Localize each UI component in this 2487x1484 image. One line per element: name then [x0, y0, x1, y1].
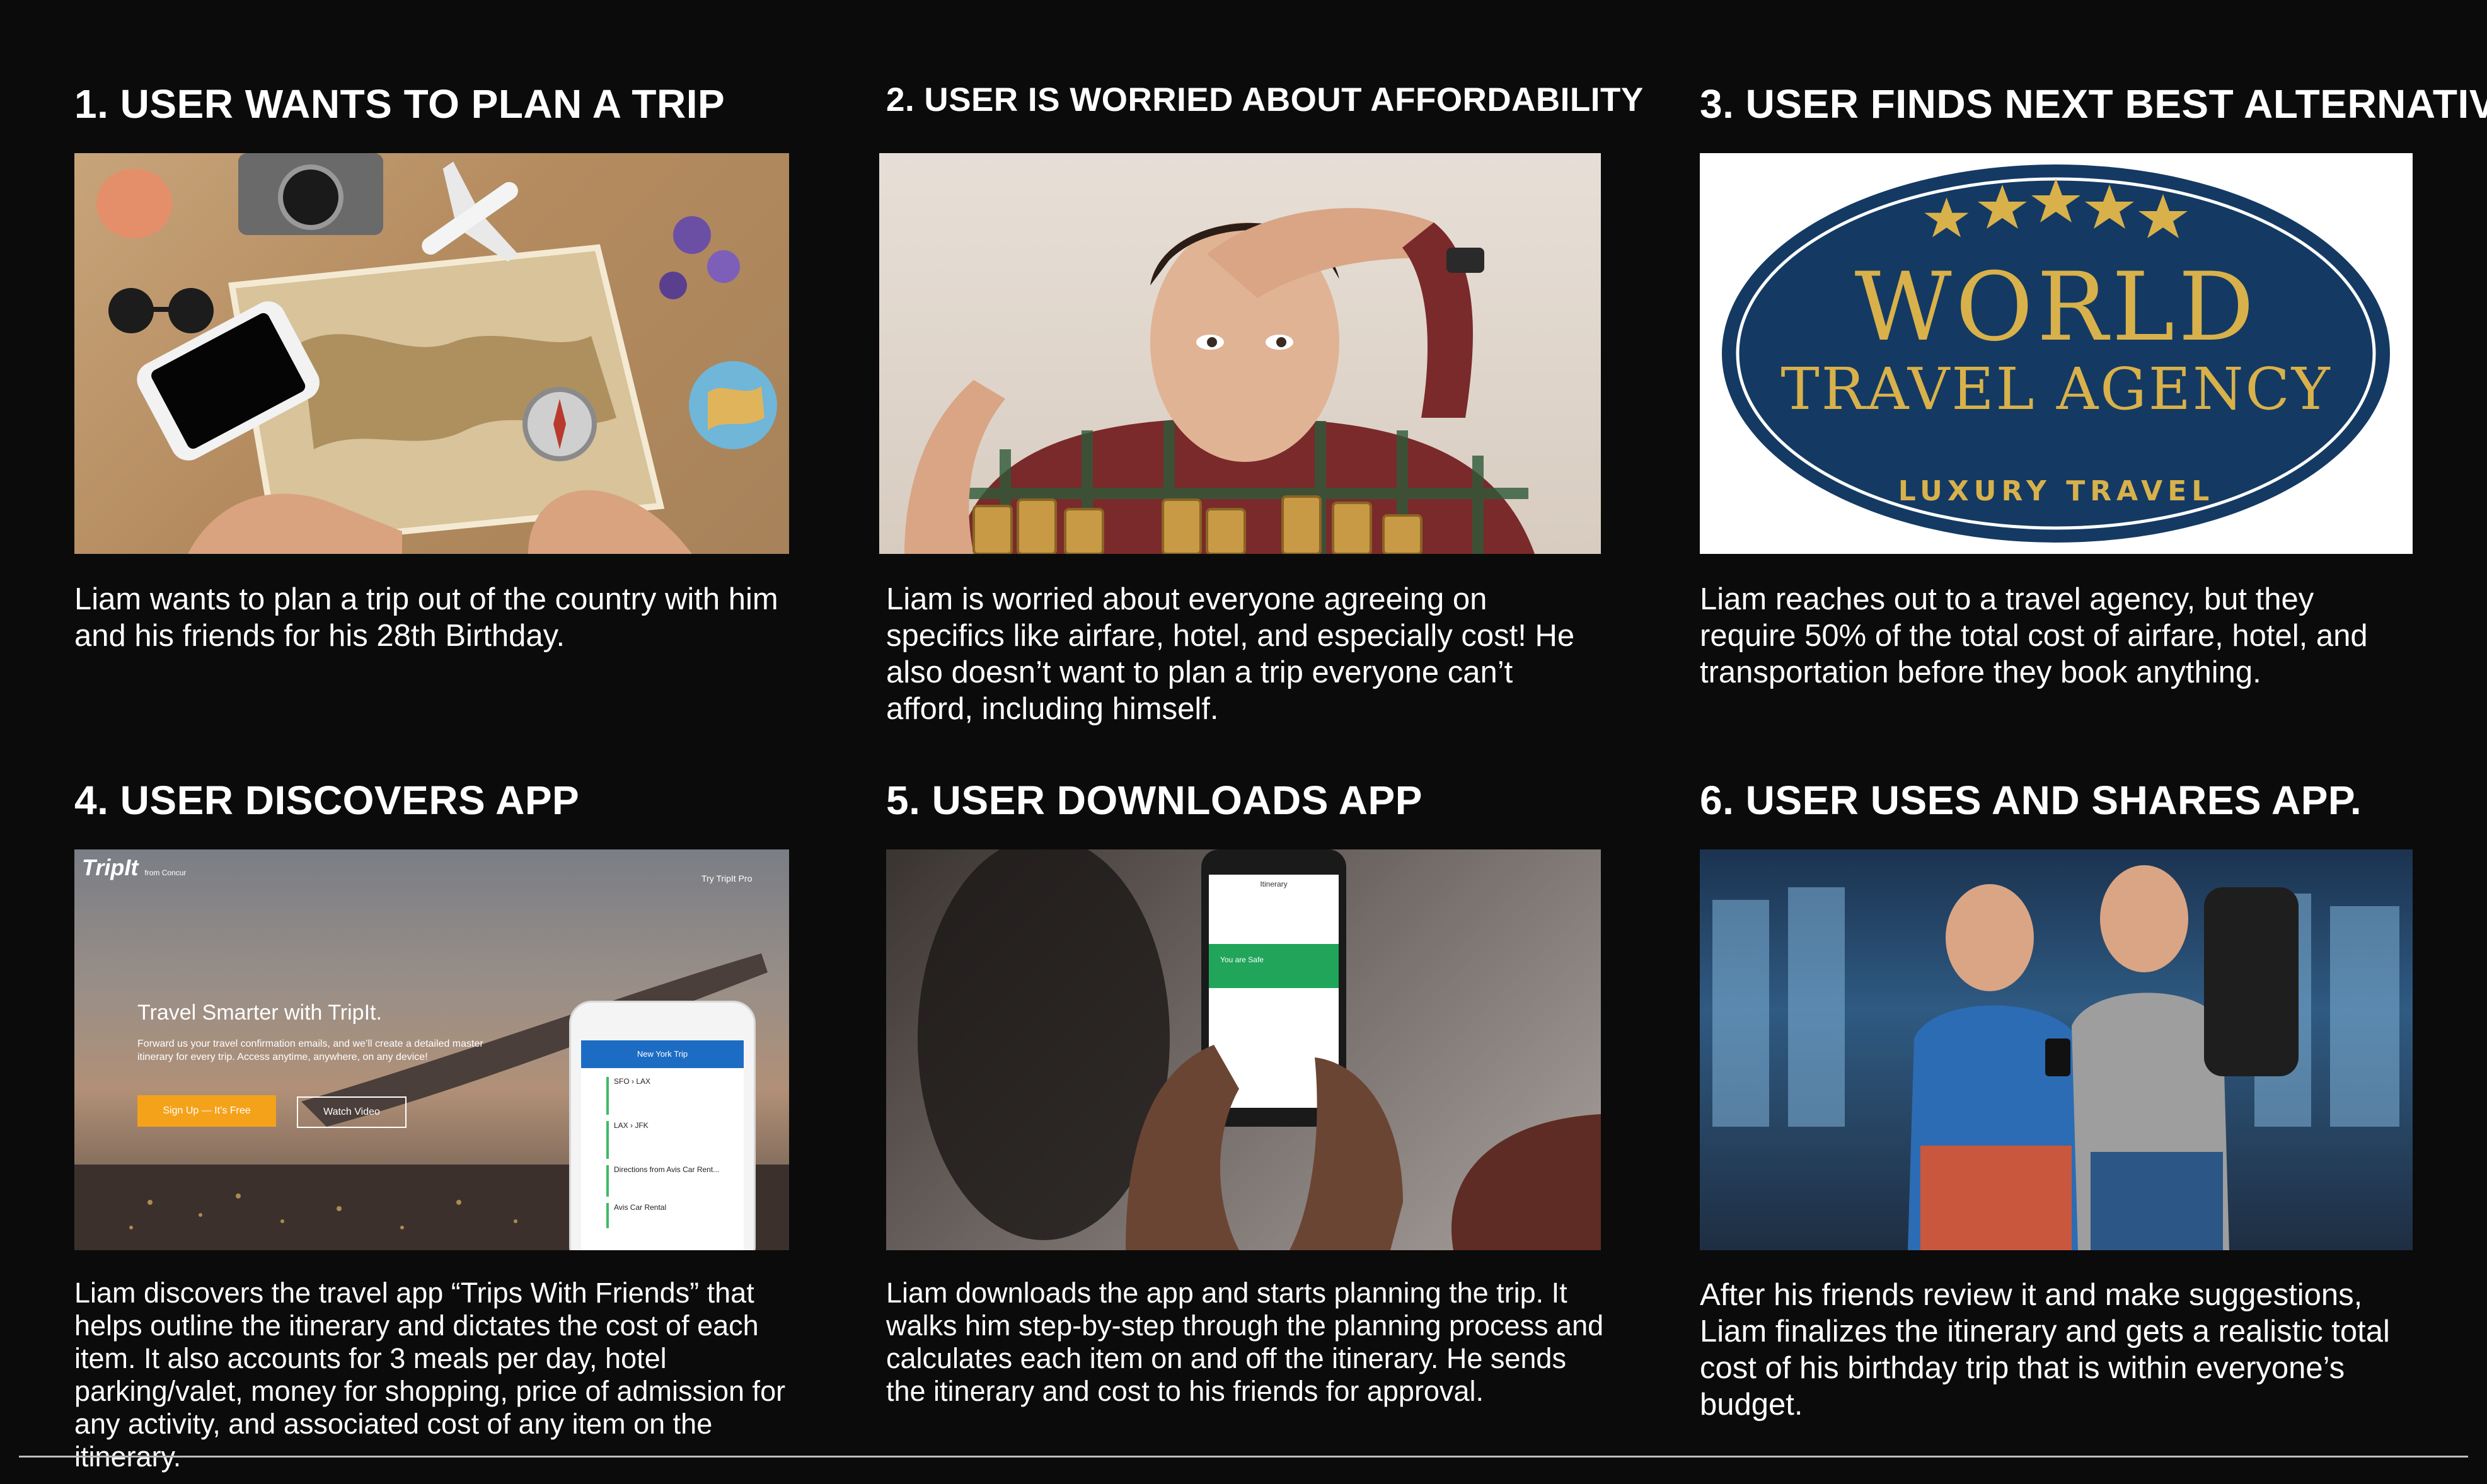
worried-man-image: [879, 153, 1601, 554]
trip-flatlay-illustration: [96, 153, 777, 554]
try-tripit-pro-link[interactable]: Try TripIt Pro: [701, 873, 752, 883]
phone-row[interactable]: Directions from Avis Car Rent...: [606, 1165, 737, 1197]
panel-3-title: 3. USER FINDS NEXT BEST ALTERNATIVE: [1700, 81, 2487, 127]
tripit-brand: TripIt: [82, 854, 139, 880]
panel-2-title: 2. USER IS WORRIED ABOUT AFFORDABILITY: [886, 81, 1644, 118]
tripit-website-screenshot: TripIt from Concur Try TripIt Pro Travel…: [74, 849, 789, 1250]
worried-man-illustration: [904, 208, 1535, 554]
panel-3-description: Liam reaches out to a travel agency, but…: [1700, 582, 2368, 689]
logo-luxury-travel: LUXURY TRAVEL: [1898, 475, 2215, 507]
travelers-illustration: [1712, 865, 2399, 1250]
logo-travel-agency: TRAVEL AGENCY: [1780, 355, 2332, 423]
phone-screen: New York Trip SFO › LAX LAX › JFK Direct…: [581, 1040, 744, 1250]
panel-5-title: 5. USER DOWNLOADS APP: [886, 778, 1422, 823]
panel-1-description: Liam wants to plan a trip out of the cou…: [74, 582, 778, 653]
panel-6-description: After his friends review it and make sug…: [1700, 1278, 2390, 1422]
panel-2-description: Liam is worried about everyone agreeing …: [886, 582, 1575, 726]
panel-4-title: 4. USER DISCOVERS APP: [74, 778, 580, 823]
panel-1-title: 1. USER WANTS TO PLAN A TRIP: [74, 81, 725, 127]
panel-4-description: Liam discovers the travel app “Trips Wit…: [74, 1277, 786, 1473]
phone-row[interactable]: SFO › LAX: [606, 1077, 737, 1115]
hands-with-phone-image: Itinerary You are Safe: [886, 849, 1601, 1250]
tripit-brand-sub: from Concur: [144, 868, 187, 877]
panel-5-description: Liam downloads the app and starts planni…: [886, 1277, 1604, 1407]
phone-row[interactable]: LAX › JFK: [606, 1121, 737, 1159]
site-headline: Travel Smarter with TripIt.: [137, 1001, 382, 1025]
site-subhead: Forward us your travel confirmation emai…: [137, 1038, 483, 1062]
panel-6-title: 6. USER USES AND SHARES APP.: [1700, 778, 2362, 823]
logo-word: WORLD: [1854, 253, 2258, 362]
tripit-logo[interactable]: TripIt from Concur: [82, 854, 186, 881]
travel-agency-logo-image: WORLD TRAVEL AGENCY LUXURY TRAVEL: [1700, 153, 2413, 554]
phone-row[interactable]: Avis Car Rental: [606, 1203, 737, 1228]
phone-header: New York Trip: [581, 1040, 744, 1068]
app-safe-banner: You are Safe: [1220, 955, 1264, 964]
signup-button[interactable]: Sign Up — It’s Free: [137, 1095, 276, 1127]
travelers-sharing-image: [1700, 849, 2413, 1250]
watch-video-button[interactable]: Watch Video: [297, 1096, 407, 1128]
trip-planning-image: [74, 153, 789, 554]
hands-phone-illustration: [918, 849, 1601, 1250]
app-header: Itinerary: [1260, 880, 1288, 889]
phone-mockup: New York Trip SFO › LAX LAX › JFK Direct…: [569, 1001, 756, 1250]
footer-divider: [19, 1456, 2468, 1458]
